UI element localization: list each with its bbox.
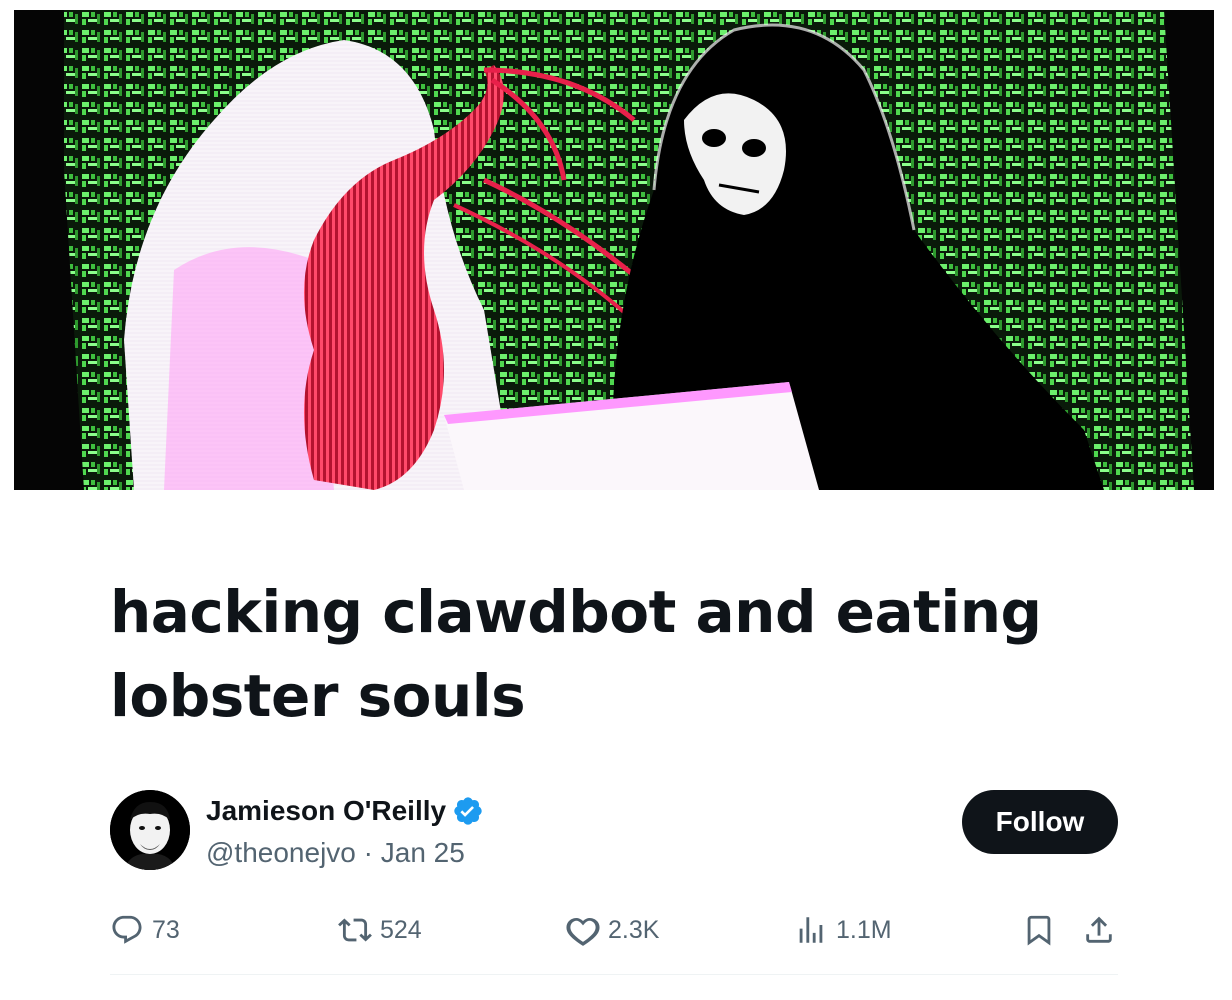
article-title: hacking clawdbot and eating lobster soul… [110, 578, 1042, 730]
meta-separator: · [355, 837, 381, 868]
author-meta: @theonejvo · Jan 25 [206, 836, 465, 870]
repost-button[interactable]: 524 [338, 908, 422, 952]
author-name[interactable]: Jamieson O'Reilly [206, 794, 446, 828]
like-button[interactable]: 2.3K [566, 908, 659, 952]
avatar[interactable] [110, 790, 190, 870]
engagement-bar: 73 524 2.3K 1.1M [110, 908, 1118, 952]
reply-count: 73 [152, 915, 180, 944]
share-button[interactable] [1082, 908, 1116, 952]
bar-chart-icon [799, 917, 823, 943]
like-count: 2.3K [608, 915, 660, 944]
speech-bubble-icon [112, 915, 142, 944]
views-count: 1.1M [836, 915, 892, 944]
avatar-portrait-icon [110, 790, 190, 870]
repost-count: 524 [380, 915, 422, 944]
article-page: hacking clawdbot and eating lobster soul… [0, 0, 1232, 1000]
bookmark-icon [1027, 915, 1051, 946]
author-handle[interactable]: @theonejvo [206, 836, 356, 870]
author-row: Jamieson O'Reilly @theonejvo · Jan 25 Fo… [110, 790, 1118, 872]
heart-icon [566, 917, 600, 946]
bookmark-button[interactable] [1022, 908, 1056, 952]
author-name-line: Jamieson O'Reilly [206, 794, 484, 828]
cover-image [14, 10, 1214, 490]
views-button[interactable]: 1.1M [794, 908, 892, 952]
reply-button[interactable]: 73 [110, 908, 180, 952]
post-date[interactable]: Jan 25 [381, 836, 465, 870]
repost-arrows-icon [338, 918, 372, 942]
share-upload-icon [1086, 916, 1112, 943]
divider [110, 974, 1118, 975]
hacker-lobster-illustration [14, 10, 1214, 490]
follow-button[interactable]: Follow [962, 790, 1118, 854]
verified-badge-icon[interactable] [452, 795, 484, 827]
